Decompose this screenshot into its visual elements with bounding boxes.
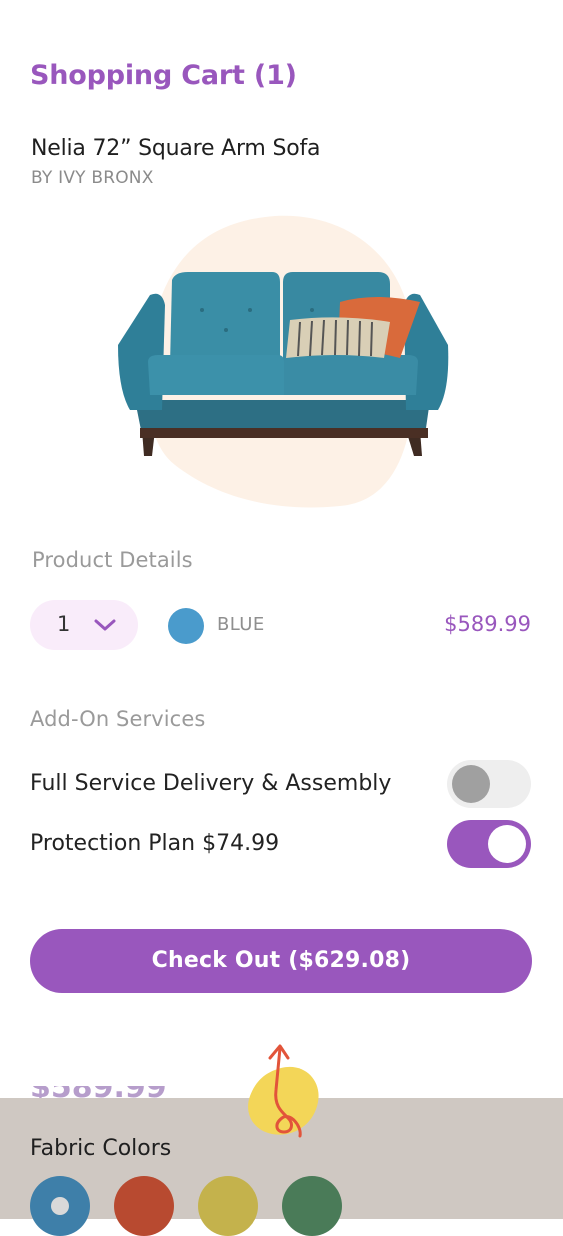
- quantity-select[interactable]: 1: [30, 600, 138, 650]
- toggle-knob: [488, 825, 526, 863]
- product-details-label: Product Details: [32, 548, 193, 572]
- fabric-colors-title: Fabric Colors: [30, 1136, 172, 1161]
- selected-color-name: BLUE: [217, 614, 265, 635]
- protection-plan-label: Protection Plan $74.99: [30, 831, 280, 856]
- quantity-value: 1: [57, 612, 71, 636]
- toggle-knob: [452, 765, 490, 803]
- delivery-assembly-label: Full Service Delivery & Assembly: [30, 771, 392, 796]
- checkout-button[interactable]: Check Out ($629.08): [30, 929, 532, 993]
- selected-color-swatch[interactable]: [168, 608, 204, 644]
- product-name: Nelia 72” Square Arm Sofa: [31, 136, 321, 161]
- item-price: $589.99: [444, 612, 531, 636]
- chevron-down-icon: [94, 619, 116, 631]
- peek-price: $589.99: [30, 1070, 167, 1100]
- swipe-up-icon[interactable]: [236, 1040, 326, 1140]
- selected-indicator: [51, 1197, 69, 1215]
- product-brand: BY IVY BRONX: [31, 168, 154, 188]
- fabric-swatch-blue[interactable]: [30, 1176, 90, 1236]
- fabric-swatch-green[interactable]: [282, 1176, 342, 1236]
- sofa-image: [100, 210, 470, 520]
- page-title: Shopping Cart (1): [30, 60, 297, 91]
- delivery-assembly-toggle[interactable]: [447, 760, 531, 808]
- addon-services-label: Add-On Services: [30, 707, 206, 731]
- fabric-swatch-red[interactable]: [114, 1176, 174, 1236]
- protection-plan-toggle[interactable]: [447, 820, 531, 868]
- fabric-swatch-yellow[interactable]: [198, 1176, 258, 1236]
